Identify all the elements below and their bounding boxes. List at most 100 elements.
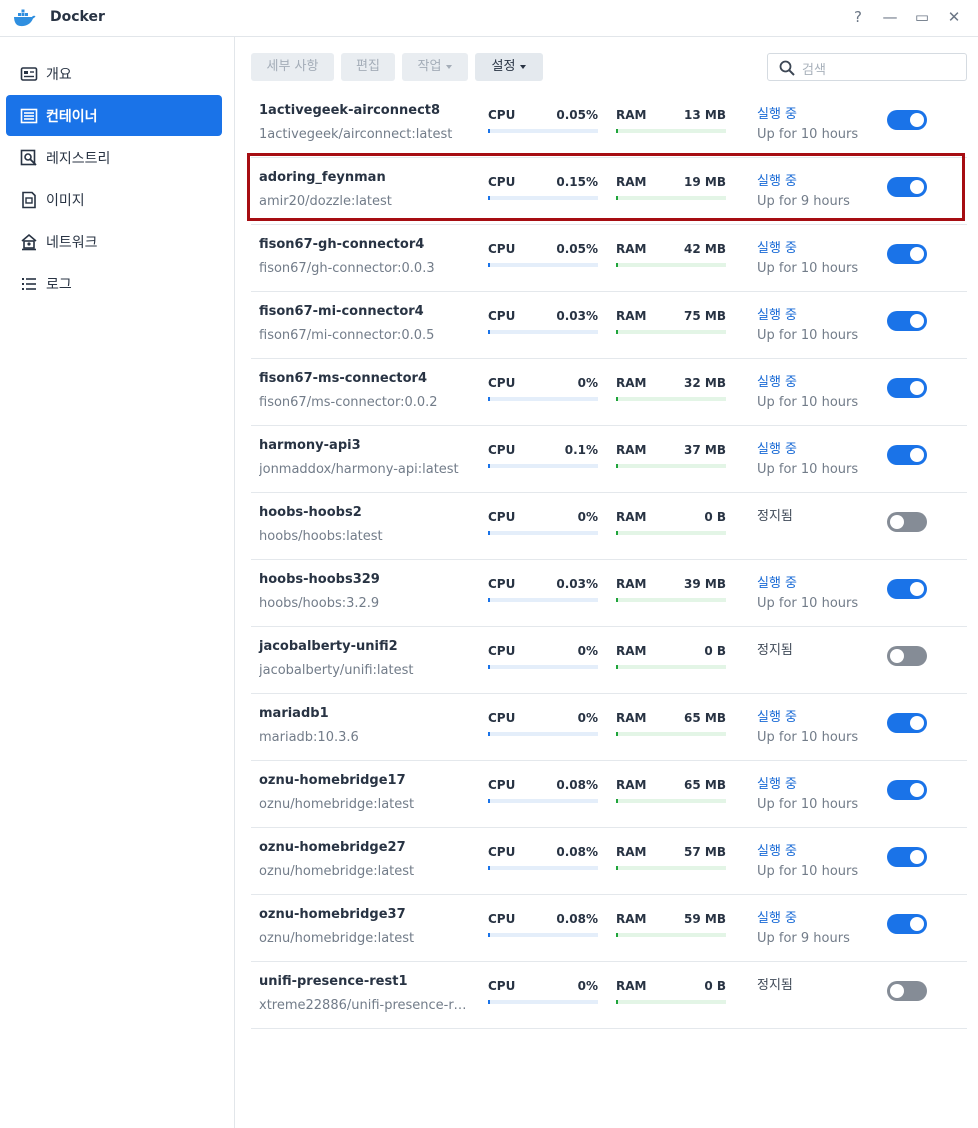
container-row[interactable]: hoobs-hoobs2 hoobs/hoobs:latest CPU 0% RAM 0 … [251, 493, 967, 560]
minimize-button[interactable]: — [879, 6, 901, 28]
ram-usage-bar [616, 397, 726, 401]
cpu-value: 0.1% [564, 443, 598, 457]
container-row[interactable]: jacobalberty-unifi2 jacobalberty/unifi:la… [251, 627, 967, 694]
ram-value: 0 B [704, 979, 726, 993]
ram-label: RAM [616, 912, 647, 926]
help-button[interactable]: ? [847, 6, 869, 28]
title-bar: Docker ? — ▭ ✕ [0, 0, 978, 37]
run-toggle[interactable] [887, 646, 927, 666]
ram-usage-fill [616, 1000, 618, 1004]
cpu-usage-fill [488, 799, 490, 803]
container-row[interactable]: fison67-ms-connector4 fison67/ms-connecto… [251, 359, 967, 426]
sidebar-item-registry[interactable]: 레지스트리 [6, 137, 222, 178]
action-label: 작업 [417, 59, 442, 74]
run-toggle[interactable] [887, 110, 927, 130]
cpu-usage-fill [488, 129, 490, 133]
ram-value: 65 MB [684, 711, 726, 725]
ram-usage-fill [616, 665, 618, 669]
sidebar-item-overview[interactable]: 개요 [6, 53, 222, 94]
cpu-value: 0% [577, 510, 598, 524]
cpu-value: 0.03% [556, 577, 598, 591]
ram-usage-fill [616, 866, 618, 870]
sidebar-item-container[interactable]: 컨테이너 [6, 95, 222, 136]
toggle-knob [910, 381, 924, 395]
run-toggle[interactable] [887, 311, 927, 331]
uptime-text: Up for 9 hours [757, 931, 850, 946]
container-image: 1activegeek/airconnect:latest [259, 127, 453, 142]
cpu-label: CPU [488, 577, 516, 591]
ram-usage-fill [616, 330, 618, 334]
uptime-text: Up for 10 hours [757, 261, 859, 276]
search-input[interactable]: 검색 [767, 53, 967, 81]
container-list: 1activegeek-airconnect8 1activegeek/airco… [251, 91, 967, 1029]
status-text: 실행 중 [757, 375, 798, 390]
action-dropdown[interactable]: 작업 [402, 53, 468, 81]
settings-dropdown[interactable]: 설정 [475, 53, 543, 81]
ram-usage-fill [616, 129, 618, 133]
close-button[interactable]: ✕ [943, 6, 965, 28]
cpu-usage-fill [488, 464, 490, 468]
ram-label: RAM [616, 242, 647, 256]
cpu-usage-bar [488, 598, 598, 602]
container-image: mariadb:10.3.6 [259, 730, 359, 745]
sidebar-item-image[interactable]: 이미지 [6, 179, 222, 220]
ram-label: RAM [616, 577, 647, 591]
ram-label: RAM [616, 510, 647, 524]
ram-usage-fill [616, 464, 618, 468]
container-row[interactable]: fison67-mi-connector4 fison67/mi-connecto… [251, 292, 967, 359]
search-icon [779, 60, 795, 76]
container-row[interactable]: oznu-homebridge27 oznu/homebridge:latest C… [251, 828, 967, 895]
status-text: 정지됨 [757, 978, 793, 993]
run-toggle[interactable] [887, 378, 927, 398]
run-toggle[interactable] [887, 244, 927, 264]
cpu-usage-bar [488, 196, 598, 200]
cpu-usage-fill [488, 933, 490, 937]
status-text: 정지됨 [757, 509, 793, 524]
chevron-down-icon [520, 64, 527, 69]
edit-label: 편집 [356, 59, 380, 74]
ram-usage-fill [616, 799, 618, 803]
container-image: fison67/gh-connector:0.0.3 [259, 261, 435, 276]
cpu-usage-bar [488, 330, 598, 334]
run-toggle[interactable] [887, 579, 927, 599]
container-name: unifi-presence-rest1 [259, 974, 408, 989]
cpu-usage-bar [488, 129, 598, 133]
run-toggle[interactable] [887, 445, 927, 465]
container-row[interactable]: unifi-presence-rest1 xtreme22886/unifi-pr… [251, 962, 967, 1029]
container-row[interactable]: oznu-homebridge37 oznu/homebridge:latest C… [251, 895, 967, 962]
run-toggle[interactable] [887, 914, 927, 934]
container-image: oznu/homebridge:latest [259, 931, 415, 946]
container-row[interactable]: oznu-homebridge17 oznu/homebridge:latest C… [251, 761, 967, 828]
cpu-label: CPU [488, 510, 516, 524]
cpu-label: CPU [488, 242, 516, 256]
ram-label: RAM [616, 644, 647, 658]
sidebar-item-network[interactable]: 네트워크 [6, 221, 222, 262]
status-text: 정지됨 [757, 643, 793, 658]
container-image: jacobalberty/unifi:latest [259, 663, 414, 678]
run-toggle[interactable] [887, 512, 927, 532]
details-button[interactable]: 세부 사항 [251, 53, 334, 81]
uptime-text: Up for 10 hours [757, 864, 859, 879]
maximize-button[interactable]: ▭ [911, 6, 933, 28]
uptime-text: Up for 10 hours [757, 730, 859, 745]
container-row[interactable]: harmony-api3 jonmaddox/harmony-api:latest… [251, 426, 967, 493]
cpu-usage-bar [488, 531, 598, 535]
container-row[interactable]: fison67-gh-connector4 fison67/gh-connecto… [251, 225, 967, 292]
run-toggle[interactable] [887, 981, 927, 1001]
cpu-label: CPU [488, 711, 516, 725]
run-toggle[interactable] [887, 177, 927, 197]
ram-value: 32 MB [684, 376, 726, 390]
run-toggle[interactable] [887, 847, 927, 867]
container-row[interactable]: hoobs-hoobs329 hoobs/hoobs:3.2.9 CPU 0.03% R… [251, 560, 967, 627]
ram-label: RAM [616, 376, 647, 390]
cpu-value: 0% [577, 979, 598, 993]
sidebar-item-log[interactable]: 로그 [6, 263, 222, 304]
status-text: 실행 중 [757, 174, 798, 189]
cpu-usage-bar [488, 1000, 598, 1004]
container-row[interactable]: adoring_feynman amir20/dozzle:latest CPU 0.… [251, 158, 967, 225]
run-toggle[interactable] [887, 780, 927, 800]
run-toggle[interactable] [887, 713, 927, 733]
container-row[interactable]: 1activegeek-airconnect8 1activegeek/airco… [251, 91, 967, 158]
edit-button[interactable]: 편집 [341, 53, 395, 81]
container-row[interactable]: mariadb1 mariadb:10.3.6 CPU 0% RAM 65 MB 실행 중 U… [251, 694, 967, 761]
